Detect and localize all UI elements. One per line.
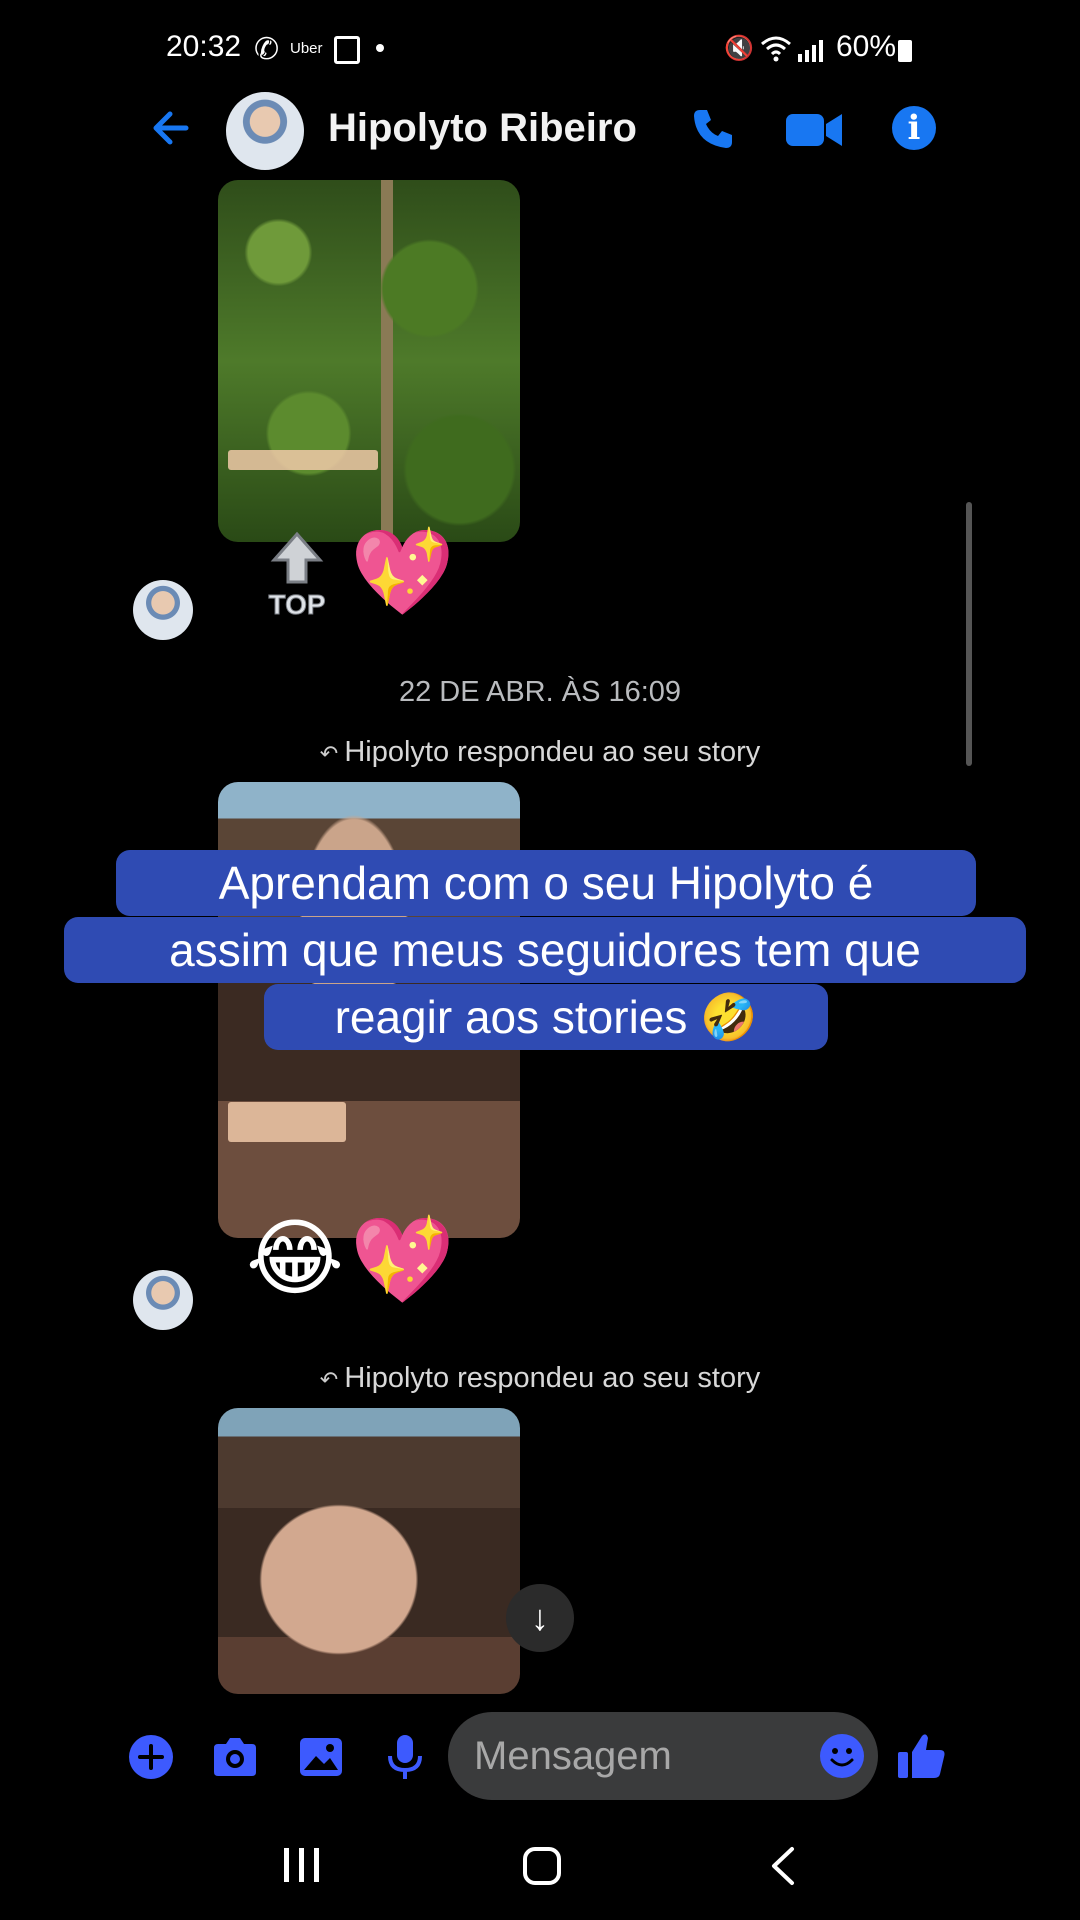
svg-text:TOP: TOP: [268, 589, 325, 620]
message-input[interactable]: [448, 1712, 878, 1800]
story-reply-note: ↶ Hipolyto respondeu ao seu story: [0, 1362, 1080, 1395]
reply-arrow-icon: ↶: [319, 1367, 345, 1392]
story-reply-text: Hipolyto respondeu ao seu story: [344, 736, 761, 768]
story-text-overlay: [228, 1102, 346, 1142]
story-text-overlay: [228, 450, 378, 470]
wifi-icon: [760, 34, 792, 69]
contact-avatar[interactable]: [226, 92, 304, 170]
sender-avatar[interactable]: [133, 1270, 193, 1330]
battery-icon: [898, 40, 912, 62]
top-arrow-sticker: TOP: [262, 530, 332, 621]
sparkling-heart-reaction: 💖: [350, 523, 455, 621]
notification-dot-icon: [376, 44, 384, 52]
contact-name[interactable]: Hipolyto Ribeiro: [328, 106, 637, 151]
mute-icon: 🔇: [724, 35, 754, 62]
emoji-icon[interactable]: [820, 1734, 864, 1778]
sender-avatar[interactable]: [133, 580, 193, 640]
gallery-icon[interactable]: [296, 1732, 346, 1782]
story-reply-text: Hipolyto respondeu ao seu story: [344, 1362, 761, 1394]
call-icon[interactable]: [688, 104, 738, 154]
whatsapp-notification-icon: ✆: [254, 33, 280, 66]
sparkling-heart-reaction: 💖: [350, 1211, 455, 1309]
microphone-icon[interactable]: [380, 1732, 430, 1782]
status-time: 20:32: [166, 30, 242, 63]
signal-icon: [798, 40, 824, 67]
back-nav-button[interactable]: [768, 1846, 798, 1891]
story-image[interactable]: [218, 180, 520, 542]
camera-icon[interactable]: [210, 1732, 260, 1782]
home-button[interactable]: [522, 1846, 562, 1891]
uber-notification-icon: Uber: [290, 40, 323, 57]
thumbs-up-icon[interactable]: [896, 1730, 948, 1782]
recent-apps-button[interactable]: [282, 1846, 322, 1889]
battery-percent: 60%: [836, 30, 897, 63]
status-bar: 20:32 ✆ Uber 🔇 60%: [0, 0, 1080, 100]
story-image[interactable]: [218, 1408, 520, 1694]
story-reply-note: ↶ Hipolyto respondeu ao seu story: [0, 736, 1080, 769]
date-separator: 22 DE ABR. ÀS 16:09: [398, 676, 682, 708]
reply-arrow-icon: ↶: [319, 741, 345, 766]
scroll-down-arrow-icon[interactable]: ↓: [506, 1584, 574, 1652]
caption-line: Aprendam com o seu Hipolyto é: [116, 850, 976, 916]
info-icon[interactable]: i: [892, 106, 936, 150]
laughing-reaction: 😂: [246, 1209, 345, 1307]
scrollbar[interactable]: [966, 502, 972, 766]
plus-icon[interactable]: [126, 1732, 176, 1782]
back-icon[interactable]: [144, 100, 200, 156]
video-call-icon[interactable]: [786, 110, 842, 150]
caption-line: reagir aos stories 🤣: [264, 984, 828, 1050]
app-notification-icon: [334, 36, 360, 64]
caption-line: assim que meus seguidores tem que: [64, 917, 1026, 983]
